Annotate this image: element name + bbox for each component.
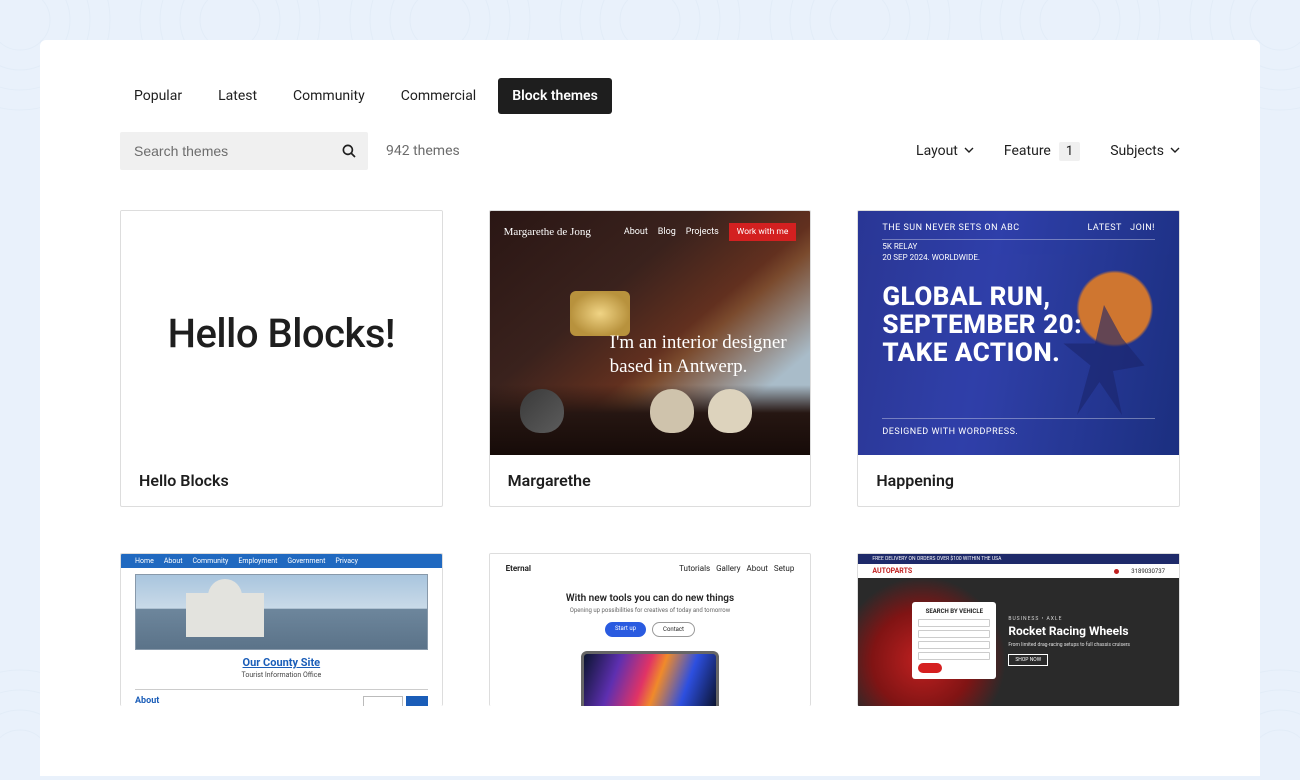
theme-card[interactable]: Home About Community Employment Governme…: [120, 553, 443, 706]
preview-decor: [708, 389, 752, 433]
filter-feature-label: Feature: [1004, 143, 1051, 159]
tab-block-themes[interactable]: Block themes: [498, 78, 612, 114]
theme-preview: THE SUN NEVER SETS ON ABC LATEST JOIN! 5…: [858, 211, 1179, 455]
preview-brand: Margarethe de Jong: [504, 226, 591, 238]
search-field-wrap[interactable]: [120, 132, 368, 170]
preview-footer: DESIGNED WITH WORDPRESS.: [882, 418, 1155, 437]
preview-topbar-left: THE SUN NEVER SETS ON ABC: [882, 223, 1019, 233]
filter-feature-count: 1: [1059, 142, 1080, 161]
preview-decor: [520, 389, 564, 433]
search-input[interactable]: [134, 143, 340, 159]
cart-icon: [1114, 569, 1119, 574]
preview-headline: GLOBAL RUN, SEPTEMBER 20: TAKE ACTION.: [882, 283, 1139, 367]
preview-brand: AUTOPARTS: [872, 567, 912, 575]
preview-menu-item: Gallery: [716, 564, 741, 573]
preview-headline: Rocket Racing Wheels: [1008, 624, 1165, 638]
tab-latest[interactable]: Latest: [204, 78, 271, 114]
theme-preview: Margarethe de Jong About Blog Projects W…: [490, 211, 811, 455]
preview-brand: Eternal: [506, 564, 531, 573]
preview-menu-item: Community: [192, 557, 228, 565]
preview-menu-item: Privacy: [335, 557, 358, 565]
preview-cta: SHOP NOW: [1008, 654, 1048, 666]
filter-feature[interactable]: Feature 1: [1004, 142, 1080, 161]
preview-headline: With new tools you can do new things: [490, 593, 811, 604]
preview-menu-item: Employment: [238, 557, 277, 565]
preview-search-panel: SEARCH BY VEHICLE: [912, 602, 996, 679]
preview-kicker: BUSINESS • AXLE: [1008, 616, 1165, 622]
category-tabs: Popular Latest Community Commercial Bloc…: [120, 78, 1180, 114]
preview-phone: 3189030737: [1131, 568, 1165, 575]
theme-card[interactable]: THE SUN NEVER SETS ON ABC LATEST JOIN! 5…: [857, 210, 1180, 507]
filter-subjects[interactable]: Subjects: [1110, 143, 1180, 159]
search-icon[interactable]: [340, 142, 358, 160]
preview-topbar-link: LATEST: [1087, 223, 1121, 233]
tab-community[interactable]: Community: [279, 78, 379, 114]
tab-commercial[interactable]: Commercial: [387, 78, 490, 114]
preview-menu-item: About: [747, 564, 768, 573]
preview-subline: From limited drag-racing setups to full …: [1008, 642, 1165, 648]
preview-section-title: About: [135, 696, 159, 706]
chevron-down-icon: [964, 143, 974, 159]
theme-preview: Hello Blocks!: [121, 211, 442, 455]
preview-subline: 20 SEP 2024. WORLDWIDE.: [882, 252, 980, 263]
preview-menu-item: Home: [135, 557, 154, 565]
preview-menu-item: About: [164, 557, 183, 565]
filter-subjects-label: Subjects: [1110, 143, 1164, 159]
theme-card[interactable]: Hello Blocks! Hello Blocks: [120, 210, 443, 507]
preview-headline: Hello Blocks!: [168, 310, 395, 357]
theme-card[interactable]: Margarethe de Jong About Blog Projects W…: [489, 210, 812, 507]
filter-layout-label: Layout: [916, 143, 958, 159]
preview-topbar-link: JOIN!: [1130, 223, 1155, 233]
preview-search-field: [363, 696, 403, 706]
filter-layout[interactable]: Layout: [916, 143, 974, 159]
theme-grid: Hello Blocks! Hello Blocks Margarethe de…: [120, 210, 1180, 706]
preview-menu-item: Blog: [658, 227, 676, 237]
chevron-down-icon: [1170, 143, 1180, 159]
preview-panel-title: SEARCH BY VEHICLE: [918, 608, 990, 615]
preview-subtitle: Tourist Information Office: [121, 671, 442, 679]
theme-title: Happening: [858, 455, 1179, 506]
preview-hero-image: [135, 574, 428, 650]
preview-decor: [570, 291, 630, 336]
theme-preview: Home About Community Employment Governme…: [121, 554, 442, 706]
preview-search-button: [406, 696, 428, 706]
preview-cta: Work with me: [729, 223, 797, 241]
preview-menu-item: Setup: [774, 564, 795, 573]
preview-go-button: [918, 663, 942, 673]
preview-headline: I'm an interior designer based in Antwer…: [610, 331, 791, 379]
tab-popular[interactable]: Popular: [120, 78, 196, 114]
theme-preview: Eternal Tutorials Gallery About Setup Wi…: [490, 554, 811, 706]
preview-menu-item: Government: [287, 557, 325, 565]
main-panel: Popular Latest Community Commercial Bloc…: [40, 40, 1260, 776]
toolbar: 942 themes Layout Feature 1 Subjects: [120, 132, 1180, 170]
preview-subline: 5K RELAY: [882, 241, 980, 252]
theme-card[interactable]: FREE DELIVERY ON ORDERS OVER $100 WITHIN…: [857, 553, 1180, 706]
preview-site-name: Our County Site: [121, 656, 442, 669]
preview-secondary-button: Contact: [652, 622, 695, 637]
preview-menu-item: Tutorials: [679, 564, 710, 573]
preview-primary-button: Start up: [605, 622, 646, 637]
theme-title: Hello Blocks: [121, 455, 442, 506]
preview-menu-item: About: [624, 227, 648, 237]
theme-card[interactable]: Eternal Tutorials Gallery About Setup Wi…: [489, 553, 812, 706]
preview-menu-item: Projects: [686, 227, 719, 237]
preview-decor: [650, 389, 694, 433]
theme-preview: FREE DELIVERY ON ORDERS OVER $100 WITHIN…: [858, 554, 1179, 706]
theme-title: Margarethe: [490, 455, 811, 506]
preview-announcement: FREE DELIVERY ON ORDERS OVER $100 WITHIN…: [858, 554, 1179, 564]
preview-subline: Opening up possibilities for creatives o…: [490, 607, 811, 614]
preview-device-mock: [581, 651, 719, 706]
result-count: 942 themes: [386, 143, 460, 159]
